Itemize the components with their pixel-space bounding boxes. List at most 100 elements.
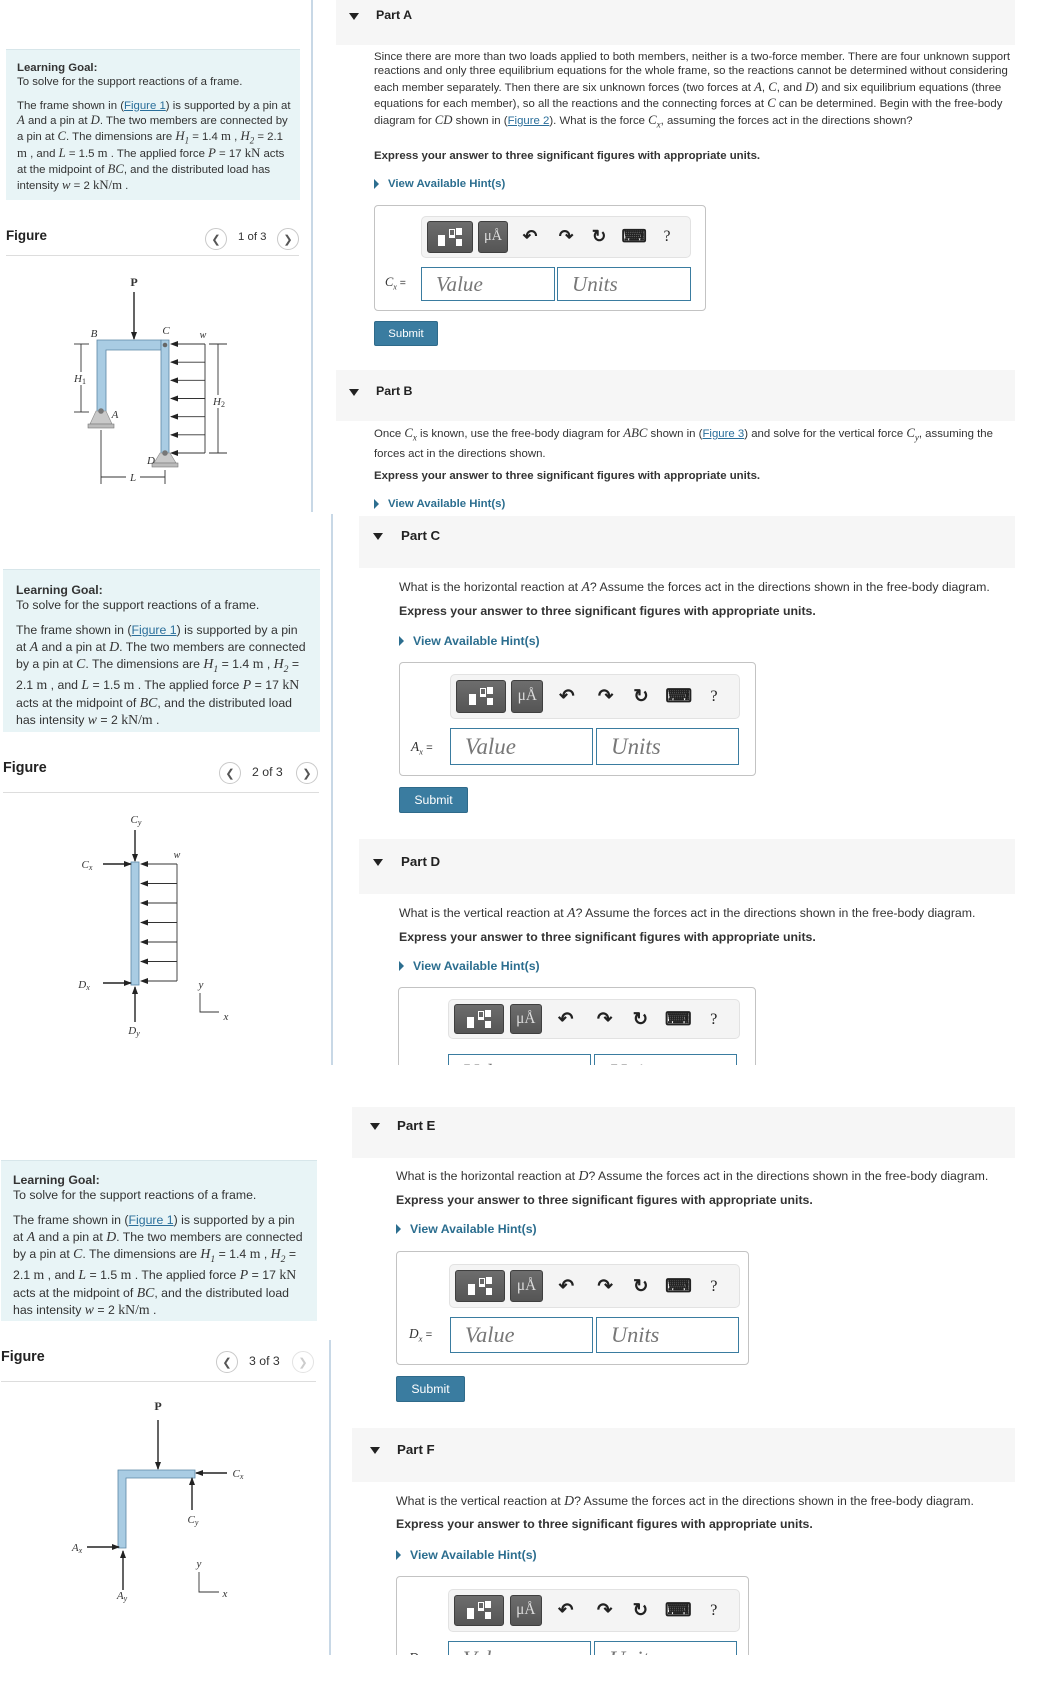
part-header[interactable]: Part D (359, 839, 1015, 894)
collapse-triangle-icon[interactable] (349, 389, 359, 396)
template-block (485, 1601, 492, 1609)
collapse-triangle-icon[interactable] (349, 13, 359, 20)
part-header[interactable]: Part F (352, 1428, 1015, 1482)
part-header[interactable]: Part A (336, 0, 1015, 45)
redo-button[interactable]: ↷ (595, 1004, 615, 1034)
submit-button[interactable]: Submit (396, 1376, 465, 1402)
keyboard-icon: ⌨ (621, 226, 647, 247)
undo-button[interactable]: ↶ (557, 680, 577, 713)
figure-link[interactable]: Figure 1 (129, 1213, 174, 1227)
variable-symbol: D (409, 1650, 419, 1655)
figure-link[interactable]: Figure 1 (132, 623, 177, 637)
symbols-button[interactable]: μÅ (511, 679, 544, 714)
help-button[interactable]: ? (706, 1270, 722, 1303)
chevron-right-icon: ❯ (298, 1356, 308, 1369)
math-base: A (581, 579, 590, 594)
figure-link[interactable]: Figure 1 (124, 100, 166, 112)
math-base: C (76, 656, 86, 672)
undo-button[interactable]: ↶ (556, 1595, 576, 1627)
answer-instruction: Express your answer to three significant… (374, 150, 761, 162)
part-header[interactable]: Part B (336, 370, 1015, 421)
undo-button[interactable]: ↶ (520, 221, 540, 252)
units-input[interactable] (594, 1054, 737, 1065)
reset-button[interactable]: ↻ (631, 680, 651, 713)
submit-button[interactable]: Submit (374, 321, 438, 346)
part-header[interactable]: Part C (359, 516, 1015, 568)
units-input[interactable] (596, 728, 739, 765)
undo-icon: ↶ (522, 226, 538, 247)
reset-icon: ↻ (632, 1274, 649, 1296)
chevron-left-icon: ❮ (211, 233, 221, 246)
math-symbol: BC (137, 1285, 155, 1300)
keyboard-button[interactable]: ⌨ (665, 1004, 691, 1034)
math-symbol: A (754, 80, 762, 94)
view-hints-link[interactable]: View Available Hint(s) (374, 498, 505, 510)
collapse-triangle-icon[interactable] (373, 859, 383, 866)
redo-button[interactable]: ↷ (595, 1595, 615, 1627)
redo-button[interactable]: ↷ (595, 1270, 615, 1303)
figure-next-button[interactable]: ❯ (296, 762, 318, 784)
view-hints-link[interactable]: View Available Hint(s) (396, 1548, 537, 1562)
view-hints-link[interactable]: View Available Hint(s) (399, 634, 540, 648)
help-button[interactable]: ? (659, 221, 675, 252)
view-hints-link[interactable]: View Available Hint(s) (374, 178, 505, 190)
templates-button[interactable] (427, 221, 473, 253)
value-input[interactable] (448, 1641, 591, 1655)
figure-link[interactable]: Figure 3 (702, 428, 744, 440)
collapse-triangle-icon[interactable] (370, 1123, 380, 1130)
math-base: H (270, 1246, 281, 1262)
hint-label: View Available Hint(s) (410, 1222, 537, 1236)
keyboard-button[interactable]: ⌨ (665, 1270, 691, 1303)
math-base: C (404, 426, 413, 440)
help-button[interactable]: ? (706, 680, 722, 713)
redo-button[interactable]: ↷ (596, 680, 616, 713)
label-l: L (129, 472, 136, 484)
figure-prev-button[interactable]: ❮ (205, 228, 227, 250)
axis-y-label: y (196, 1558, 202, 1570)
figure-next-button[interactable]: ❯ (292, 1351, 314, 1373)
templates-button[interactable] (455, 1269, 505, 1303)
view-hints-link[interactable]: View Available Hint(s) (396, 1222, 537, 1236)
symbols-button[interactable]: μÅ (509, 1004, 542, 1034)
templates-button[interactable] (454, 1594, 505, 1627)
symbols-button[interactable]: μÅ (509, 1594, 542, 1627)
undo-button[interactable]: ↶ (556, 1270, 576, 1303)
keyboard-button[interactable]: ⌨ (665, 1595, 691, 1627)
reset-button[interactable]: ↻ (589, 221, 609, 252)
part-header[interactable]: Part E (352, 1107, 1015, 1158)
templates-button[interactable] (456, 679, 506, 714)
symbols-button[interactable]: μÅ (478, 221, 508, 253)
help-button[interactable]: ? (706, 1595, 722, 1627)
collapse-triangle-icon[interactable] (370, 1447, 380, 1454)
reset-button[interactable]: ↻ (630, 1595, 650, 1627)
view-hints-link[interactable]: View Available Hint(s) (399, 959, 540, 973)
part-question-text: What is the vertical reaction at A? Assu… (399, 904, 1015, 922)
math-symbol: A (582, 579, 590, 594)
help-button[interactable]: ? (706, 1004, 722, 1034)
label-p: P (154, 1399, 161, 1413)
value-input[interactable] (450, 1317, 593, 1353)
submit-button[interactable]: Submit (399, 787, 468, 813)
reset-button[interactable]: ↻ (631, 1270, 651, 1303)
units-input[interactable] (596, 1317, 739, 1353)
collapse-triangle-icon[interactable] (373, 533, 383, 540)
text-run: , (260, 1247, 271, 1262)
symbols-button[interactable]: μÅ (510, 1269, 543, 1303)
value-input[interactable] (450, 728, 593, 765)
figure-next-button[interactable]: ❯ (277, 228, 299, 250)
undo-button[interactable]: ↶ (556, 1004, 576, 1034)
units-input[interactable] (557, 267, 691, 301)
figure-link[interactable]: Figure 2 (508, 115, 550, 127)
reset-button[interactable]: ↻ (630, 1004, 650, 1034)
template-box (479, 1277, 486, 1285)
figure-prev-button[interactable]: ❮ (216, 1351, 238, 1373)
figure-prev-button[interactable]: ❮ (219, 762, 241, 784)
value-input[interactable] (448, 1054, 591, 1065)
value-input[interactable] (421, 267, 555, 301)
keyboard-button[interactable]: ⌨ (665, 680, 691, 713)
keyboard-button[interactable]: ⌨ (621, 221, 647, 252)
math-base: D (90, 112, 100, 127)
units-input[interactable] (594, 1641, 737, 1655)
templates-button[interactable] (454, 1004, 505, 1034)
redo-button[interactable]: ↷ (556, 221, 576, 252)
